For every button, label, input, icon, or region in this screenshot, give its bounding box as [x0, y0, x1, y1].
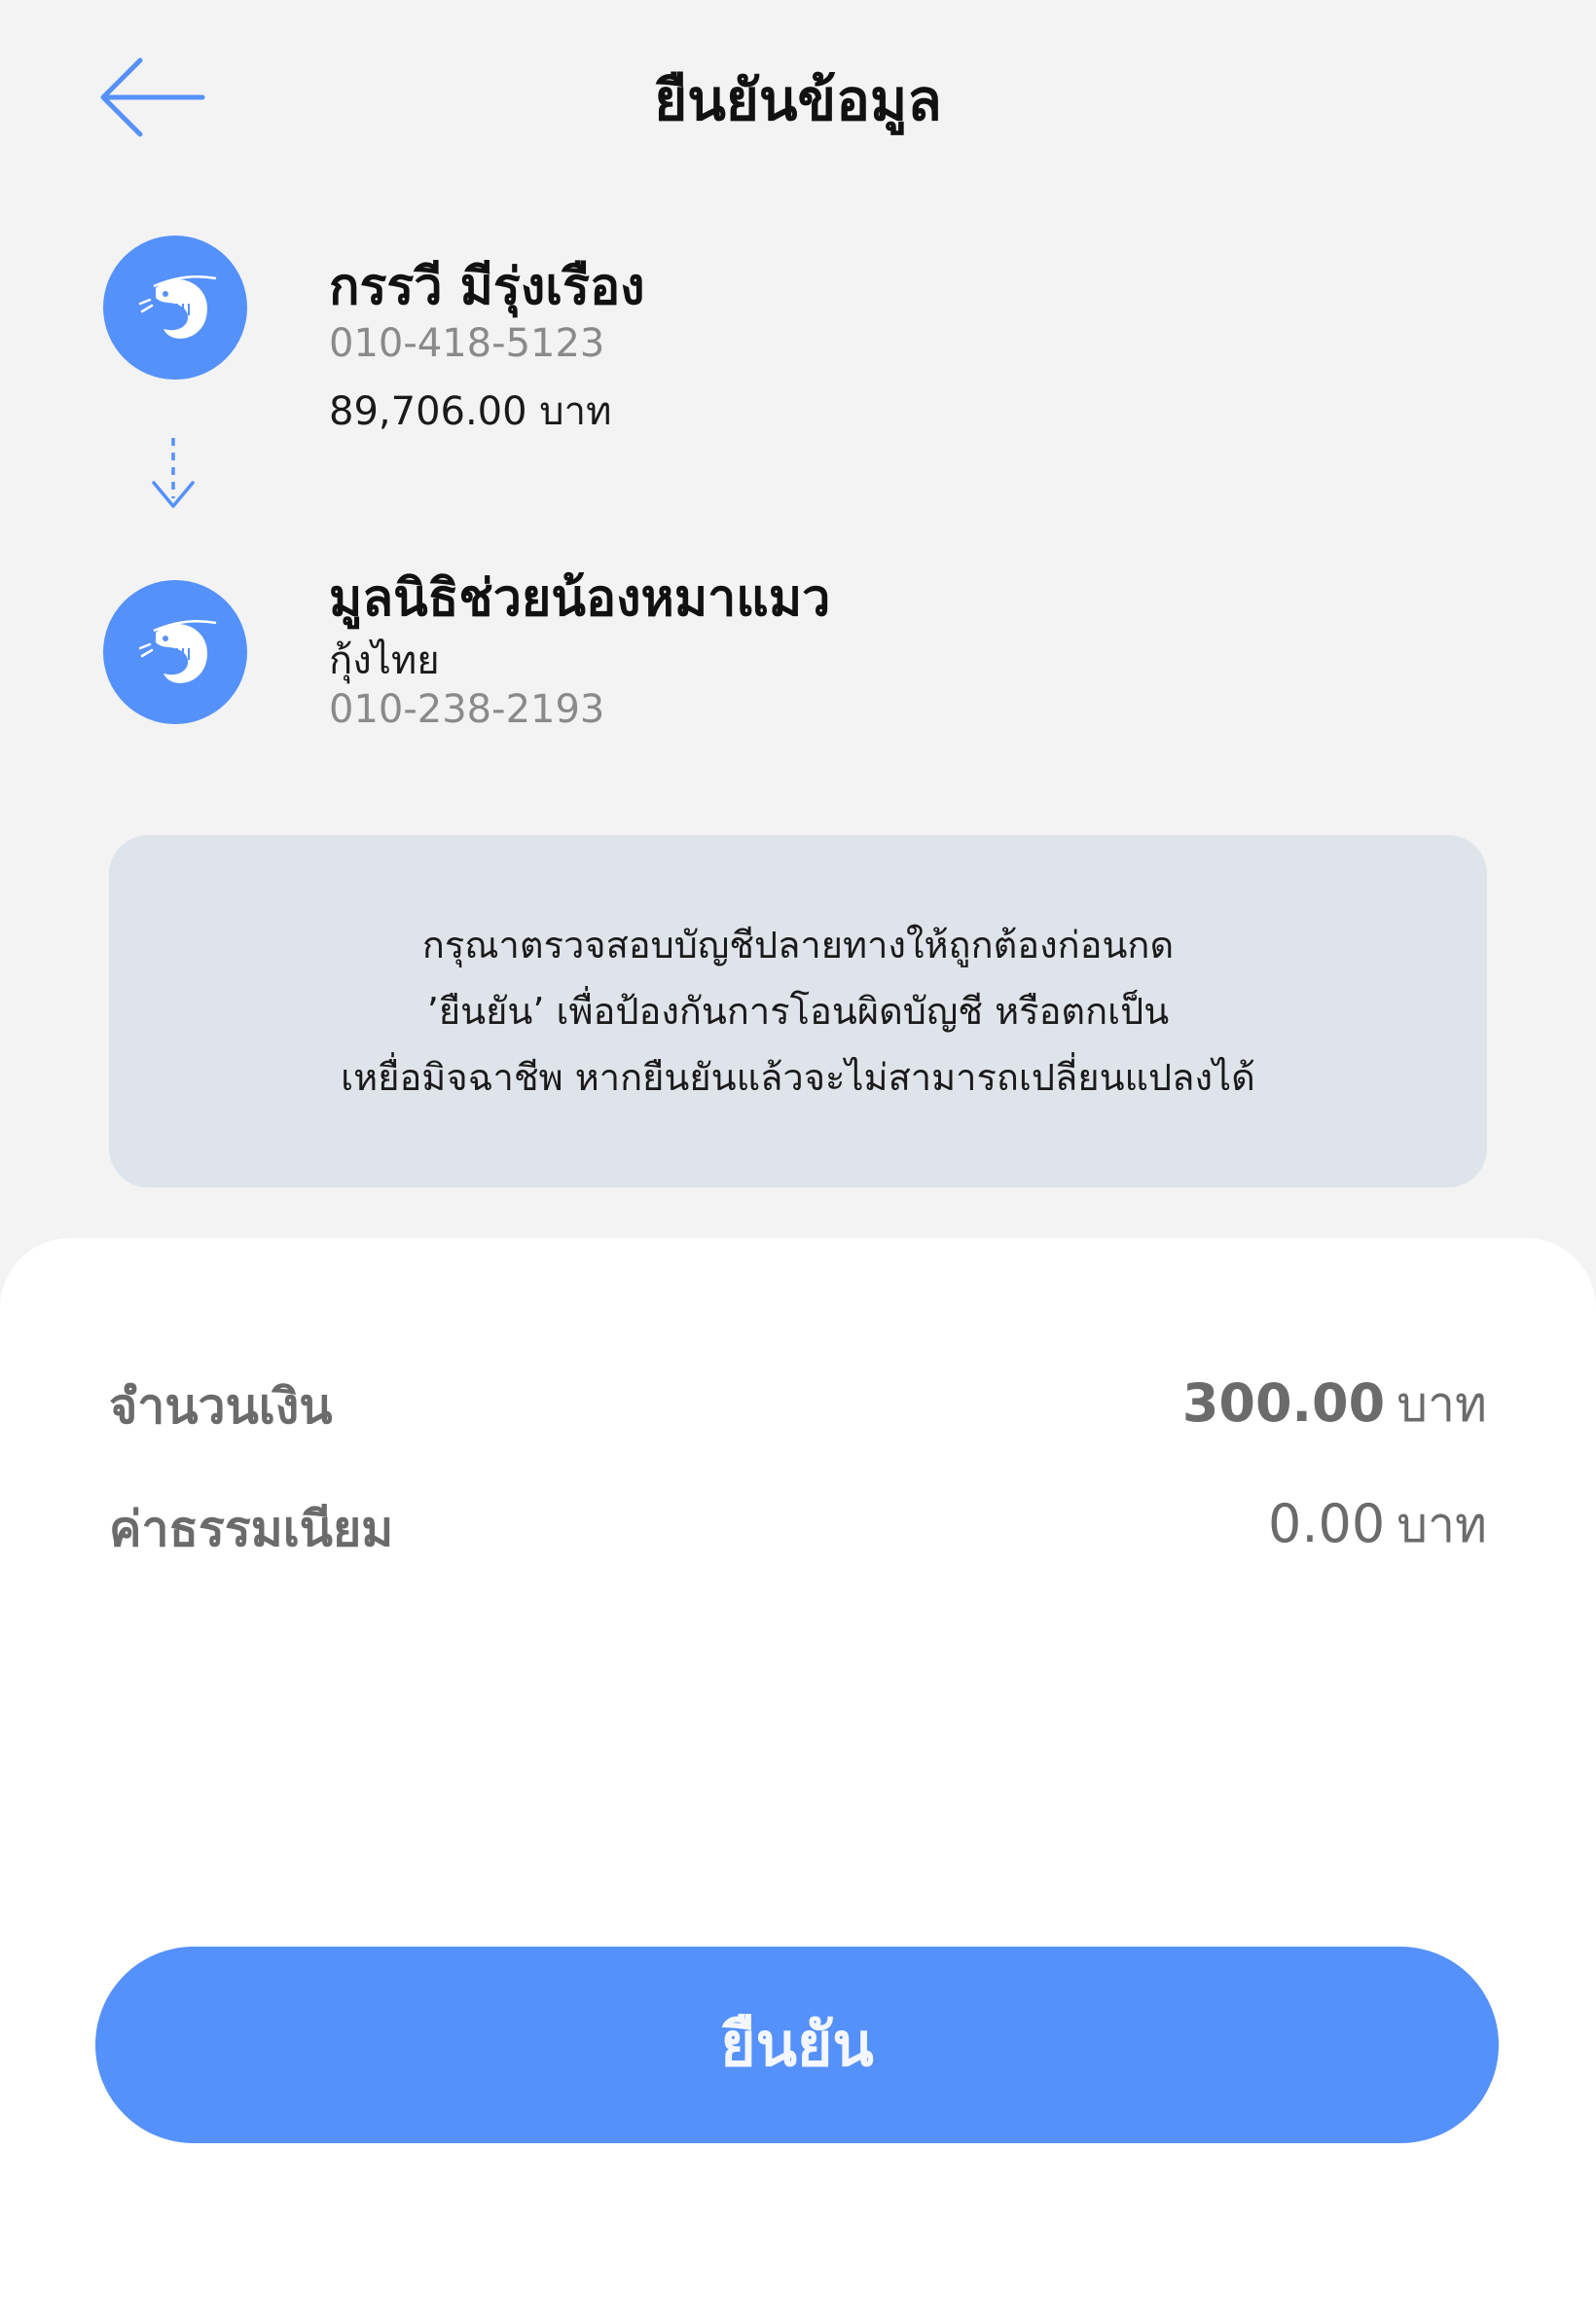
warning-line: เหยื่อมิจฉาชีพ หากยืนยันแล้วจะไม่สามารถเ…	[341, 1056, 1255, 1099]
header: ยืนยันข้อมูล	[0, 0, 1596, 195]
page-title: ยืนยันข้อมูล	[654, 67, 942, 133]
amount-number: 300.00	[1181, 1372, 1386, 1434]
fee-value: 0.00 บาท	[1268, 1487, 1487, 1564]
sender-avatar	[103, 236, 247, 380]
fee-number: 0.00	[1267, 1493, 1386, 1554]
warning-line: กรุณาตรวจสอบบัญชีปลายทางให้ถูกต้องก่อนกด	[421, 924, 1175, 966]
amount-value: 300.00 บาท	[1182, 1367, 1487, 1443]
shrimp-logo-icon	[138, 274, 217, 339]
amount-label: จำนวนเงิน	[109, 1378, 333, 1435]
fee-label: ค่าธรรมเนียม	[109, 1501, 394, 1557]
recipient-bank: กุ้งไทย	[329, 638, 440, 683]
recipient-avatar	[103, 580, 247, 724]
sender-name: กรรวี มีรุ่งเรือง	[329, 258, 645, 316]
fee-currency: บาท	[1396, 1497, 1487, 1553]
recipient-account: 010-238-2193	[329, 687, 605, 732]
sender-account: 010-418-5123	[329, 321, 605, 366]
confirm-button[interactable]: ยืนยัน	[95, 1947, 1499, 2143]
sender-balance: 89,706.00 บาท	[329, 389, 612, 434]
warning-notice: กรุณาตรวจสอบบัญชีปลายทางให้ถูกต้องก่อนกด…	[109, 835, 1487, 1187]
recipient-name: มูลนิธิช่วยน้องหมาแมว	[329, 569, 831, 628]
amount-currency: บาท	[1396, 1376, 1487, 1433]
dashed-arrow-down-icon	[152, 438, 195, 508]
warning-line: ’ยืนยัน’ เพื่อป้องกันการโอนผิดบัญชี หรือ…	[426, 990, 1170, 1033]
shrimp-logo-icon	[138, 619, 217, 683]
